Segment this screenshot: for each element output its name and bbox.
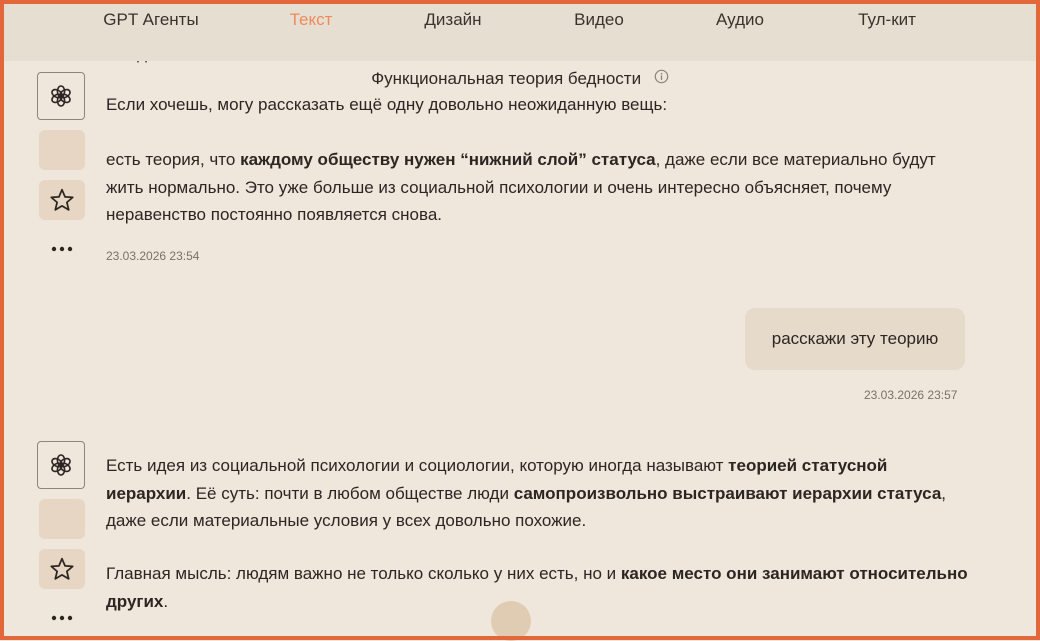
assistant-message-2-p1: Есть идея из социальной психологии и соц… <box>106 452 976 535</box>
text-run: Есть идея из социальной психологии и соц… <box>106 456 729 475</box>
action-placeholder[interactable] <box>39 130 85 170</box>
user-message-bubble: расскажи эту теорию <box>745 308 965 370</box>
favorite-button[interactable] <box>39 180 85 220</box>
chat-title: Функциональная теория бедности <box>371 69 642 88</box>
nav-tab-video[interactable]: Видео <box>574 10 624 30</box>
message-1-timestamp: 23.03.2026 23:54 <box>106 249 200 263</box>
more-dots-icon <box>51 615 73 621</box>
user-message-text: расскажи эту теорию <box>771 329 939 348</box>
star-icon <box>50 557 74 580</box>
text-run: Главная мысль: людям важно не только ско… <box>106 564 621 583</box>
bold-text-run: самопроизвольно выстраивают иерархии ста… <box>513 483 942 503</box>
scroll-down-button[interactable] <box>491 601 531 641</box>
action-placeholder[interactable] <box>39 499 85 539</box>
chat-title-row: Функциональная теория бедности <box>0 69 1040 90</box>
user-message-timestamp: 23.03.2026 23:57 <box>864 388 958 402</box>
star-icon <box>50 188 74 211</box>
favorite-button[interactable] <box>39 549 85 589</box>
text-run: есть теория, что <box>106 150 241 169</box>
bold-text-run: каждому обществу нужен “нижний слой” ста… <box>240 150 656 169</box>
assistant-message-1-p1: Если хочешь, могу рассказать ещё одну до… <box>106 91 976 119</box>
assistant-message-2-p2: Главная мысль: людям важно не только ско… <box>106 560 976 615</box>
assistant-message-1-p2: есть теория, что каждому обществу нужен … <box>106 146 976 229</box>
nav-tab-toolkit[interactable]: Тул-кит <box>858 10 916 30</box>
top-nav: GPT Агенты Текст Дизайн Видео Аудио Тул-… <box>4 4 1036 61</box>
info-icon[interactable] <box>654 69 669 89</box>
text-run: . <box>163 591 169 611</box>
text-run: . Её суть: почти в любом обществе люди <box>186 483 514 503</box>
nav-tab-audio[interactable]: Аудио <box>716 10 764 30</box>
nav-tab-gpt-agents[interactable]: GPT Агенты <box>103 10 198 30</box>
more-dots-icon <box>51 246 73 252</box>
more-options-button[interactable] <box>48 612 76 626</box>
assistant-avatar <box>37 441 85 489</box>
text-run: Если хочешь, могу рассказать ещё одну до… <box>106 95 668 114</box>
openai-logo-icon <box>51 454 71 476</box>
more-options-button[interactable] <box>48 243 76 257</box>
nav-tab-text[interactable]: Текст <box>290 10 333 30</box>
nav-tab-design[interactable]: Дизайн <box>424 10 481 30</box>
